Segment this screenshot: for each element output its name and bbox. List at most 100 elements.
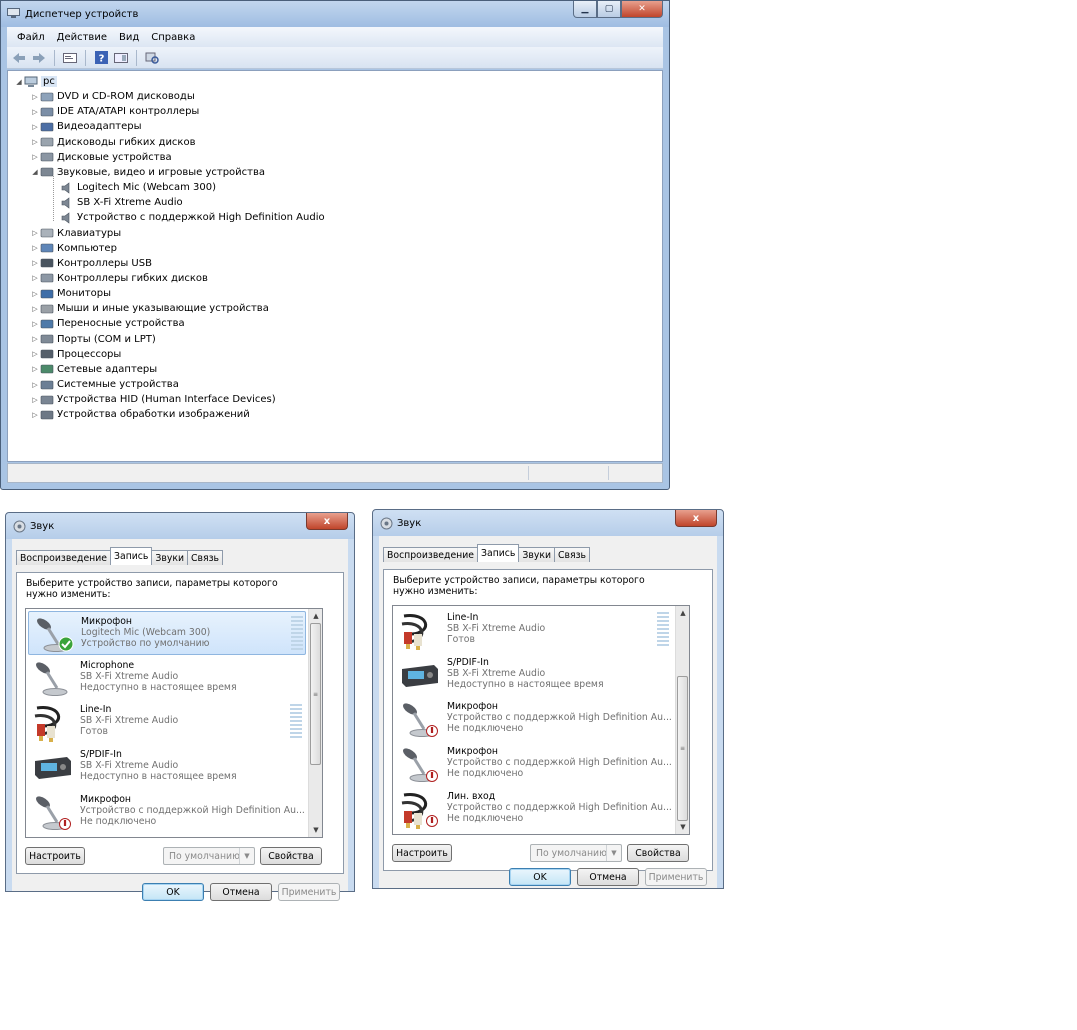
collapsed-arrow-icon[interactable]: ▷ [30,305,40,313]
tab-playback[interactable]: Воспроизведение [383,547,479,562]
tree-item[interactable]: ▷ Дисководы гибких дисков [30,135,195,150]
properties-button[interactable]: Свойства [627,844,689,862]
properties-button[interactable]: Свойства [260,847,322,865]
properties-icon[interactable] [62,50,78,66]
tree-item[interactable]: ▷ Системные устройства [30,377,179,392]
tree-item[interactable]: ▷ IDE ATA/ATAPI контроллеры [30,104,199,119]
recording-device-item[interactable]: Line-In SB X-Fi Xtreme Audio Готов [28,700,306,744]
apply-button[interactable]: Применить [645,868,707,886]
collapsed-arrow-icon[interactable]: ▷ [30,244,40,252]
help-icon[interactable]: ? [93,50,109,66]
tab-playback[interactable]: Воспроизведение [16,550,112,565]
close-button[interactable]: x [306,513,348,530]
tab-sounds[interactable]: Звуки [151,550,189,565]
cancel-button[interactable]: Отмена [210,883,272,901]
collapsed-arrow-icon[interactable]: ▷ [30,93,40,101]
recording-device-item[interactable]: Лин. вход Устройство с поддержкой High De… [395,787,673,831]
configure-button[interactable]: Настроить [25,847,85,865]
tab-recording[interactable]: Запись [110,547,153,565]
expanded-arrow-icon[interactable]: ◢ [30,168,40,176]
scan-hardware-icon[interactable] [144,50,160,66]
recording-device-item[interactable]: Микрофон Logitech Mic (Webcam 300) Устройс… [28,611,306,655]
show-hidden-icon[interactable] [113,50,129,66]
back-arrow-icon[interactable] [11,50,27,66]
tab-sounds[interactable]: Звуки [518,547,556,562]
collapsed-arrow-icon[interactable]: ▷ [30,381,40,389]
collapsed-arrow-icon[interactable]: ▷ [30,123,40,131]
collapsed-arrow-icon[interactable]: ▷ [30,153,40,161]
collapsed-arrow-icon[interactable]: ▷ [30,335,40,343]
scroll-up-icon[interactable]: ▲ [676,606,689,620]
forward-arrow-icon[interactable] [31,50,47,66]
tree-item[interactable]: ▷ Устройства HID (Human Interface Devices… [30,392,275,407]
tab-recording[interactable]: Запись [477,544,520,562]
scroll-down-icon[interactable]: ▼ [676,820,689,834]
default-dropdown[interactable]: По умолчанию ▼ [163,847,255,865]
tab-communications[interactable]: Связь [187,550,224,565]
tree-item[interactable]: ▷ Мыши и иные указывающие устройства [30,301,269,316]
collapsed-arrow-icon[interactable]: ▷ [30,396,40,404]
tree-root[interactable]: ◢ pc [14,74,57,89]
collapsed-arrow-icon[interactable]: ▷ [30,108,40,116]
collapsed-arrow-icon[interactable]: ▷ [30,274,40,282]
title-bar[interactable]: Звук x [6,513,354,539]
scroll-down-icon[interactable]: ▼ [309,823,322,837]
ok-button[interactable]: OK [509,868,571,886]
vertical-scrollbar[interactable]: ▲ ≡ ▼ [675,606,689,834]
menu-view[interactable]: Вид [113,32,145,43]
title-bar[interactable]: Звук x [373,510,723,536]
tree-item[interactable]: ▷ Процессоры [30,347,121,362]
tree-item[interactable]: ▷ Сетевые адаптеры [30,362,157,377]
menu-file[interactable]: Файл [11,32,51,43]
scroll-thumb[interactable]: ≡ [677,676,688,821]
recording-device-item[interactable]: S/PDIF-In SB X-Fi Xtreme Audio Недоступно … [28,745,306,789]
scroll-thumb[interactable]: ≡ [310,623,321,765]
collapsed-arrow-icon[interactable]: ▷ [30,259,40,267]
tab-communications[interactable]: Связь [554,547,591,562]
tree-child-item[interactable]: Устройство с поддержкой High Definition … [60,210,325,225]
tree-item[interactable]: ▷ Дисковые устройства [30,150,171,165]
tree-child-item[interactable]: SB X-Fi Xtreme Audio [60,195,183,210]
tree-item[interactable]: ▷ Порты (COM и LPT) [30,332,155,347]
recording-device-item[interactable]: S/PDIF-In SB X-Fi Xtreme Audio Недоступно … [395,653,673,697]
menu-action[interactable]: Действие [51,32,113,43]
collapsed-arrow-icon[interactable]: ▷ [30,290,40,298]
scroll-up-icon[interactable]: ▲ [309,609,322,623]
minimize-button[interactable]: ▁ [573,1,597,18]
tree-item[interactable]: ▷ DVD и CD-ROM дисководы [30,89,194,104]
tree-item[interactable]: ▷ Мониторы [30,286,111,301]
menu-help[interactable]: Справка [145,32,201,43]
collapsed-arrow-icon[interactable]: ▷ [30,138,40,146]
tree-item[interactable]: ▷ Контроллеры гибких дисков [30,271,208,286]
configure-button[interactable]: Настроить [392,844,452,862]
collapsed-arrow-icon[interactable]: ▷ [30,229,40,237]
chevron-down-icon[interactable]: ▼ [606,845,621,861]
close-button[interactable]: ✕ [621,1,663,18]
tree-item[interactable]: ▷ Переносные устройства [30,316,184,331]
tree-item[interactable]: ▷ Компьютер [30,241,117,256]
title-bar[interactable]: Диспетчер устройств ▁ ▢ ✕ [1,1,669,27]
tree-child-item[interactable]: Logitech Mic (Webcam 300) [60,180,216,195]
close-button[interactable]: x [675,510,717,527]
tree-item[interactable]: ▷ Устройства обработки изображений [30,407,249,422]
recording-device-item[interactable]: Микрофон Устройство с поддержкой High Def… [28,790,306,834]
collapsed-arrow-icon[interactable]: ▷ [30,365,40,373]
device-tree[interactable]: ◢ pc ▷ DVD и CD-ROM дисководы ▷ IDE ATA/ATA… [7,70,663,462]
tree-item[interactable]: ◢ Звуковые, видео и игровые устройства [30,165,265,180]
default-dropdown[interactable]: По умолчанию ▼ [530,844,622,862]
apply-button[interactable]: Применить [278,883,340,901]
chevron-down-icon[interactable]: ▼ [239,848,254,864]
collapsed-arrow-icon[interactable]: ▷ [30,350,40,358]
collapsed-arrow-icon[interactable]: ▷ [30,411,40,419]
tree-item[interactable]: ▷ Видеоадаптеры [30,119,141,134]
cancel-button[interactable]: Отмена [577,868,639,886]
recording-device-item[interactable]: Line-In SB X-Fi Xtreme Audio Готов [395,608,673,652]
tree-item[interactable]: ▷ Клавиатуры [30,226,121,241]
collapsed-arrow-icon[interactable]: ▷ [30,320,40,328]
ok-button[interactable]: OK [142,883,204,901]
expanded-arrow-icon[interactable]: ◢ [14,78,24,86]
vertical-scrollbar[interactable]: ▲ ≡ ▼ [308,609,322,837]
recording-device-list[interactable]: Микрофон Устройство с поддержкой High Def… [25,608,323,838]
maximize-button[interactable]: ▢ [597,1,621,18]
recording-device-item[interactable]: Микрофон Устройство с поддержкой High Def… [395,742,673,786]
